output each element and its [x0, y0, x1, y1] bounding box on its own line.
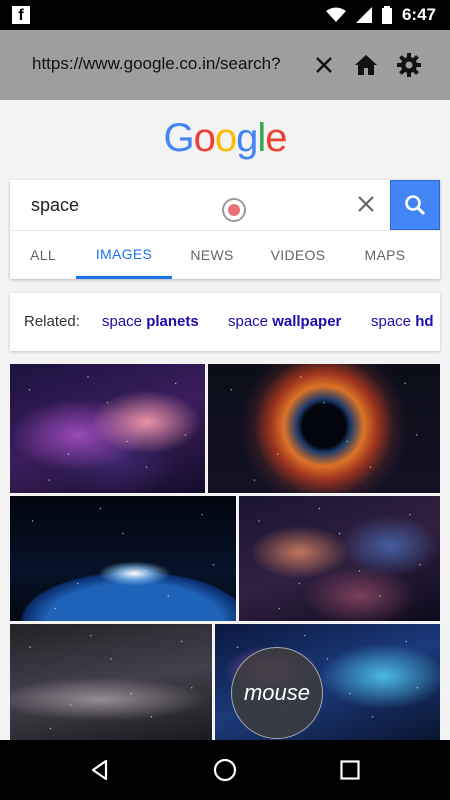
back-icon[interactable] [85, 755, 115, 785]
battery-icon [381, 6, 392, 24]
search-input[interactable]: space [31, 195, 79, 216]
status-bar: f 6:47 [0, 0, 450, 30]
related-chip[interactable]: space hd [371, 313, 434, 330]
chip-bold: hd [415, 313, 434, 330]
home-icon[interactable] [351, 50, 381, 80]
chip-bold: planets [146, 313, 199, 330]
image-result[interactable] [208, 364, 440, 493]
logo-letter: g [236, 116, 258, 160]
logo-letter: o [214, 116, 237, 160]
logo-letter: G [163, 116, 194, 160]
url-field[interactable]: https://www.google.co.in/search? [32, 54, 294, 74]
tab-maps[interactable]: MAPS [344, 231, 426, 279]
close-icon[interactable] [309, 50, 339, 80]
tab-news[interactable]: NEWS [172, 231, 252, 279]
gear-icon[interactable] [394, 50, 424, 80]
related-searches: Related: space planets space wallpaper s… [10, 293, 440, 351]
tab-all[interactable]: ALL [10, 231, 76, 279]
logo-letter: o [193, 116, 216, 160]
search-tabs: ALL IMAGES NEWS VIDEOS MAPS [10, 230, 440, 280]
image-result[interactable] [10, 364, 205, 493]
search-card: space ALL IMAGES NEWS VIDEOS MAPS [10, 180, 440, 279]
page-content: Google space ALL IMAGES NEWS VIDEOS MAPS… [0, 100, 450, 740]
logo-letter: e [265, 116, 287, 160]
url-bar: https://www.google.co.in/search? [0, 30, 450, 100]
record-indicator-icon [222, 198, 246, 222]
related-chip[interactable]: space planets [102, 313, 199, 330]
search-icon [405, 195, 426, 216]
related-label: Related: [24, 313, 80, 330]
recents-icon[interactable] [335, 755, 365, 785]
wifi-icon [325, 7, 346, 22]
google-logo: Google [0, 116, 450, 161]
chip-bold: wallpaper [272, 313, 342, 330]
home-circle-icon[interactable] [210, 755, 240, 785]
mouse-overlay: mouse [231, 647, 323, 739]
chip-prefix: space [102, 313, 143, 330]
tab-videos[interactable]: VIDEOS [252, 231, 344, 279]
status-time: 6:47 [401, 5, 436, 24]
search-button[interactable] [390, 180, 440, 230]
image-result[interactable] [10, 496, 236, 621]
tab-images[interactable]: IMAGES [76, 231, 172, 279]
signal-icon [355, 7, 372, 23]
related-chip[interactable]: space wallpaper [228, 313, 341, 330]
navigation-bar [0, 740, 450, 800]
facebook-icon: f [12, 6, 30, 24]
chip-prefix: space [371, 313, 412, 330]
image-result[interactable] [10, 624, 212, 740]
image-result[interactable] [239, 496, 440, 621]
clear-icon[interactable] [354, 190, 378, 218]
chip-prefix: space [228, 313, 269, 330]
